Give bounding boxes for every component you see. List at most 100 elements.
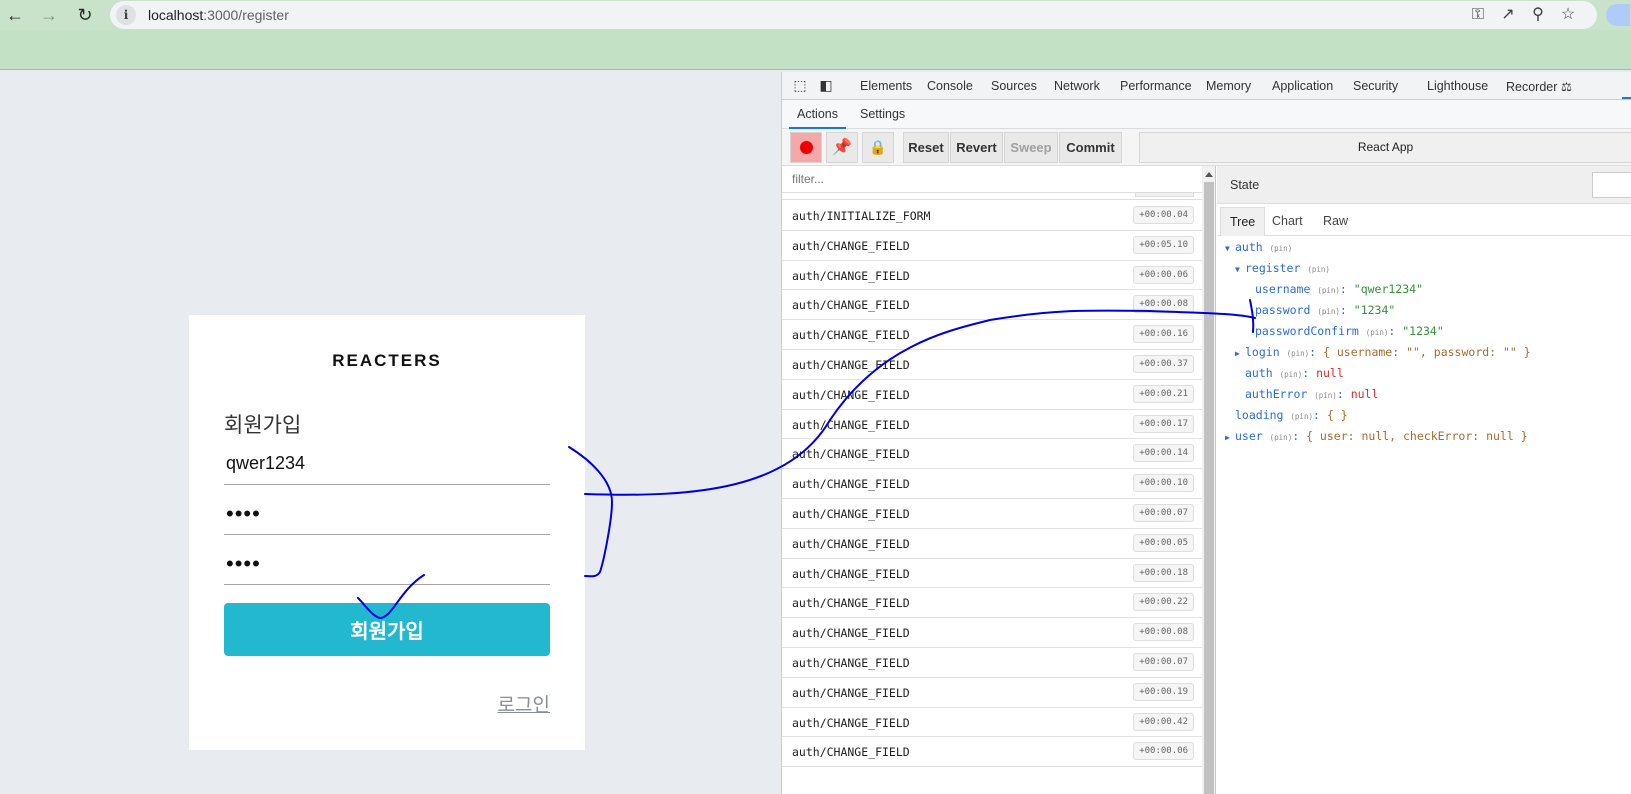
action-list-panel: auth/INITIALIZE_FORM +00:00.04 auth/CHANGE…	[782, 166, 1216, 794]
action-name: auth/CHANGE_FIELD	[792, 387, 910, 402]
list-item[interactable]: auth/CHANGE_FIELD +00:00.10	[782, 469, 1202, 499]
tab-memory[interactable]: Memory	[1206, 79, 1251, 93]
pin-button[interactable]: 📌	[826, 132, 858, 163]
revert-button[interactable]: Revert	[950, 132, 1003, 163]
tab-network[interactable]: Network	[1054, 79, 1100, 93]
commit-button[interactable]: Commit	[1059, 132, 1122, 163]
expanded-arrow-icon[interactable]: ▼	[1235, 265, 1245, 274]
action-name: auth/INITIALIZE_FORM	[792, 209, 931, 223]
url-path: :3000/register	[203, 7, 289, 23]
list-item[interactable]: auth/CHANGE_FIELD +00:00.06	[782, 737, 1202, 768]
lock-icon: 🔒	[869, 139, 887, 155]
action-time-badge: +00:05.10	[1133, 235, 1194, 254]
list-item[interactable]: auth/CHANGE_FIELD +00:00.21	[782, 380, 1202, 410]
tree-node-user[interactable]: ▶ user (pin): { user: null, checkError: n…	[1225, 429, 1528, 443]
sweep-button[interactable]: Sweep	[1004, 132, 1058, 163]
filter-input[interactable]	[782, 166, 1202, 193]
tree-node-login[interactable]: ▶ login (pin): { username: "", password: …	[1235, 345, 1531, 359]
list-item[interactable]: auth/CHANGE_FIELD +00:05.10	[782, 231, 1202, 261]
list-item[interactable]: auth/CHANGE_FIELD +00:00.18	[782, 559, 1202, 589]
password-confirm-input[interactable]	[224, 543, 550, 585]
tab-tree[interactable]: Tree	[1220, 207, 1266, 236]
list-item[interactable]: auth/CHANGE_FIELD +00:00.05	[782, 529, 1202, 559]
zoom-icon[interactable]: ⚲	[1527, 4, 1549, 26]
list-item[interactable]: auth/CHANGE_FIELD +00:00.42	[782, 708, 1202, 738]
action-name: auth/CHANGE_FIELD	[792, 536, 910, 551]
site-info-icon[interactable]: i	[116, 5, 136, 25]
action-time-badge: +00:00.18	[1133, 563, 1194, 582]
scroll-up-icon[interactable]	[1205, 172, 1213, 177]
address-bar[interactable]: i localhost:3000/register ⚿ ↗ ⚲ ☆	[110, 1, 1597, 29]
tree-node-loading[interactable]: loading (pin): { }	[1235, 408, 1348, 422]
tab-lighthouse[interactable]: Lighthouse	[1427, 79, 1488, 93]
action-time-badge: +00:00.08	[1133, 623, 1194, 642]
password-input[interactable]	[224, 493, 550, 535]
record-button[interactable]	[790, 132, 822, 163]
list-item[interactable]: auth/CHANGE_FIELD +00:00.19	[782, 678, 1202, 708]
tree-node-password-confirm[interactable]: passwordConfirm (pin): "1234"	[1255, 324, 1444, 338]
scroll-thumb[interactable]	[1204, 182, 1214, 794]
list-item[interactable]: auth/CHANGE_FIELD +00:00.17	[782, 410, 1202, 440]
tree-node-register[interactable]: ▼ register (pin)	[1235, 261, 1330, 275]
list-item[interactable]: auth/CHANGE_FIELD +00:00.07	[782, 499, 1202, 529]
action-name: auth/CHANGE_FIELD	[792, 268, 910, 283]
tab-recorder[interactable]: Recorder ⚖	[1506, 79, 1572, 94]
open-external-icon[interactable]: ↗	[1497, 4, 1519, 26]
list-item[interactable]	[782, 193, 1202, 200]
tab-raw[interactable]: Raw	[1314, 207, 1357, 236]
reset-button[interactable]: Reset	[903, 132, 949, 163]
tab-security[interactable]: Security	[1353, 79, 1398, 93]
list-item[interactable]: auth/CHANGE_FIELD +00:00.07	[782, 648, 1202, 678]
list-item[interactable]: auth/CHANGE_FIELD +00:00.08	[782, 618, 1202, 648]
tree-node-username[interactable]: username (pin): "qwer1234"	[1255, 282, 1423, 296]
register-button[interactable]: 회원가입	[224, 603, 550, 656]
state-header: State	[1217, 166, 1631, 204]
pin-icon: 📌	[832, 139, 852, 156]
list-item[interactable]: auth/CHANGE_FIELD +00:00.06	[782, 261, 1202, 291]
key-icon[interactable]: ⚿	[1467, 4, 1489, 26]
url-text[interactable]: localhost:3000/register	[148, 7, 289, 23]
tab-performance[interactable]: Performance	[1120, 79, 1192, 93]
list-item[interactable]: auth/CHANGE_FIELD +00:00.37	[782, 350, 1202, 380]
state-search-input[interactable]	[1592, 172, 1631, 198]
browser-background-band	[0, 30, 1631, 70]
lock-button[interactable]: 🔒	[862, 132, 894, 163]
tab-elements[interactable]: Elements	[860, 79, 912, 93]
collapsed-arrow-icon[interactable]: ▶	[1235, 349, 1245, 358]
register-card: REACTERS 회원가입 회원가입 로그인	[189, 315, 585, 750]
tab-console[interactable]: Console	[927, 79, 973, 93]
reload-icon[interactable]: ↻	[73, 4, 97, 26]
expanded-arrow-icon[interactable]: ▼	[1225, 244, 1235, 253]
action-time-badge: +00:00.06	[1133, 742, 1194, 761]
back-arrow-icon[interactable]: ←	[3, 4, 27, 26]
collapsed-arrow-icon[interactable]: ▶	[1225, 433, 1235, 442]
star-icon[interactable]: ☆	[1557, 4, 1579, 26]
tree-node-auth-error[interactable]: authError (pin): null	[1245, 387, 1378, 401]
list-item[interactable]: auth/CHANGE_FIELD +00:00.16	[782, 320, 1202, 350]
tab-application[interactable]: Application	[1272, 79, 1333, 93]
action-time-badge: +00:00.05	[1133, 533, 1194, 552]
tree-node-password[interactable]: password (pin): "1234"	[1255, 303, 1395, 317]
tab-chart[interactable]: Chart	[1263, 207, 1312, 236]
action-name: auth/CHANGE_FIELD	[792, 447, 910, 462]
tree-node-auth-value[interactable]: auth (pin): null	[1245, 366, 1344, 380]
list-item[interactable]: auth/CHANGE_FIELD +00:00.08	[782, 290, 1202, 321]
device-toolbar-icon[interactable]: ◧	[817, 76, 835, 94]
list-item[interactable]: auth/INITIALIZE_FORM +00:00.04	[782, 201, 1202, 231]
forward-arrow-icon[interactable]: →	[37, 4, 61, 26]
tab-actions[interactable]: Actions	[789, 107, 846, 129]
browser-toolbar: ← → ↻ i localhost:3000/register ⚿ ↗ ⚲ ☆	[0, 0, 1631, 30]
tree-node-auth[interactable]: ▼ auth (pin)	[1225, 240, 1292, 254]
inspect-element-icon[interactable]: ⬚	[791, 76, 809, 94]
profile-avatar[interactable]	[1606, 4, 1630, 26]
app-logo[interactable]: REACTERS	[189, 351, 585, 371]
username-input[interactable]	[224, 443, 550, 485]
login-link[interactable]: 로그인	[498, 690, 550, 717]
list-item[interactable]: auth/CHANGE_FIELD +00:00.14	[782, 439, 1202, 470]
tab-settings[interactable]: Settings	[860, 107, 905, 121]
state-tab-bar: Tree Chart Raw	[1217, 204, 1631, 236]
scrollbar[interactable]	[1202, 166, 1215, 794]
tab-sources[interactable]: Sources	[991, 79, 1037, 93]
instance-selector[interactable]: React App	[1139, 132, 1631, 163]
list-item[interactable]: auth/CHANGE_FIELD +00:00.22	[782, 588, 1202, 619]
